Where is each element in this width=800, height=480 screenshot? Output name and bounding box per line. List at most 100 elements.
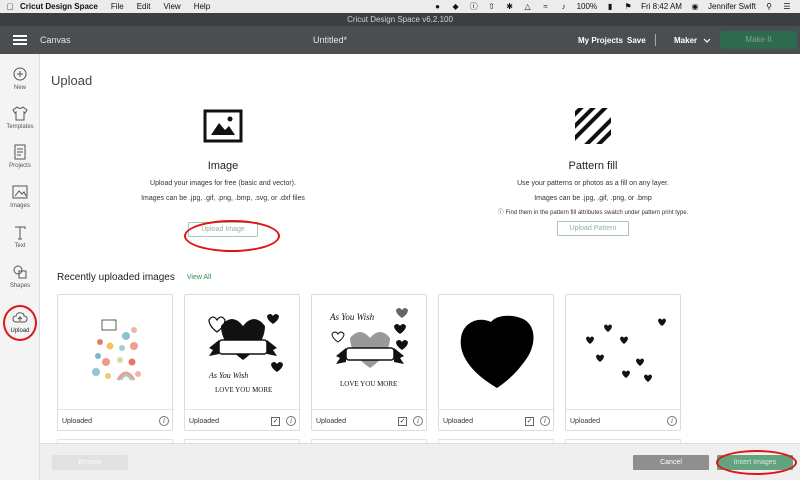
left-sidebar: New Templates Projects Images Text Shape…: [0, 54, 40, 480]
heart-banner-image: As You Wish LOVE YOU MORE: [208, 314, 283, 394]
airplay-icon[interactable]: △: [523, 2, 533, 11]
image-thumbnail[interactable]: As You Wish LOVE YOU MORE: [313, 296, 427, 408]
sidebar-item-upload[interactable]: Upload: [0, 309, 40, 347]
svg-text:LOVE YOU MORE: LOVE YOU MORE: [215, 386, 272, 394]
sidebar-item-label: Upload: [10, 328, 30, 334]
card-label: Uploaded: [316, 417, 346, 425]
action-bar: Browse Cancel Insert Images: [40, 443, 800, 480]
battery-percent: 100%: [576, 2, 598, 11]
card-footer: Uploaded i: [566, 409, 682, 432]
select-checkbox[interactable]: ✓: [271, 416, 280, 426]
image-thumbnail[interactable]: [59, 296, 173, 408]
menu-icon[interactable]: [0, 26, 40, 54]
control-center-icon[interactable]: ☰: [782, 2, 792, 11]
heart-banner-gray-image: As You Wish LOVE YOU MORE: [329, 308, 408, 388]
sidebar-item-projects[interactable]: Projects: [0, 144, 40, 182]
upload-pattern-button[interactable]: Upload Pattern: [556, 221, 630, 236]
projects-icon: [12, 144, 28, 160]
battery-icon[interactable]: ▮: [605, 2, 615, 11]
image-thumbnail[interactable]: [567, 296, 681, 408]
document-title: Untitled*: [312, 35, 348, 45]
pattern-icon: [571, 106, 615, 146]
image-card[interactable]: Uploaded ✓ i: [438, 294, 555, 431]
card-footer: Uploaded ✓ i: [312, 409, 428, 432]
info-icon[interactable]: i: [286, 416, 296, 426]
menu-view[interactable]: View: [164, 2, 181, 11]
sidebar-item-shapes[interactable]: Shapes: [0, 264, 40, 302]
menubar-status-area: ● ◆ ⓘ ⇧ ✱ △ ≈ ♪ 100% ▮ ⚑ Fri 8:42 AM ◉ J…: [433, 2, 800, 11]
cancel-button[interactable]: Cancel: [633, 455, 709, 470]
info-icon[interactable]: i: [413, 416, 423, 426]
recent-title: Recently uploaded images: [57, 272, 175, 283]
small-hearts-image: [586, 318, 666, 382]
sidebar-item-label: Images: [10, 203, 30, 209]
image-description: Upload your images for free (basic and v…: [150, 180, 296, 187]
image-card[interactable]: As You Wish LOVE YOU MORE Uploaded ✓ i: [311, 294, 428, 432]
volume-icon[interactable]: ♪: [559, 2, 569, 11]
image-heading: Image: [207, 160, 239, 172]
window-title: Cricut Design Space v6.2.100: [0, 13, 800, 26]
sidebar-item-label: New: [13, 85, 26, 91]
make-it-button[interactable]: Make It: [720, 31, 797, 49]
info-icon[interactable]: i: [667, 416, 677, 426]
menu-app-name[interactable]: Cricut Design Space: [20, 2, 98, 11]
black-heart-image: [460, 315, 534, 388]
menubar-clock[interactable]: Fri 8:42 AM: [641, 2, 682, 11]
sidebar-item-text[interactable]: Text: [0, 224, 40, 262]
menubar-user[interactable]: Jennifer Swift: [708, 2, 756, 11]
pattern-formats: Images can be .jpg, .gif, .png, or .bmp: [534, 195, 652, 202]
machine-select[interactable]: Maker: [674, 36, 711, 45]
menu-help[interactable]: Help: [194, 2, 210, 11]
select-checkbox[interactable]: ✓: [398, 416, 407, 426]
image-card[interactable]: Uploaded i: [565, 294, 682, 432]
image-card[interactable]: As You Wish LOVE YOU MORE Uploaded ✓ i: [184, 294, 301, 432]
macos-menubar:  Cricut Design Space File Edit View Hel…: [0, 0, 800, 13]
bluetooth-icon[interactable]: ✱: [505, 2, 515, 11]
sidebar-item-new[interactable]: New: [0, 66, 40, 104]
browse-button[interactable]: Browse: [52, 455, 128, 470]
dropbox-icon[interactable]: ◆: [451, 2, 461, 11]
cloud-upload-icon: [12, 309, 28, 325]
apple-menu-icon[interactable]: : [0, 2, 20, 12]
upload-icon[interactable]: ⇧: [487, 2, 497, 11]
svg-text:LOVE YOU MORE: LOVE YOU MORE: [340, 380, 397, 388]
image-icon: [12, 184, 28, 200]
status-icon[interactable]: ●: [433, 2, 443, 11]
info-icon[interactable]: i: [159, 416, 169, 426]
view-all-link[interactable]: View All: [187, 274, 211, 281]
image-formats: Images can be .jpg, .gif, .png, .bmp, .s…: [141, 195, 305, 202]
wifi-icon[interactable]: ≈: [541, 2, 551, 11]
recent-header: Recently uploaded images View All: [57, 272, 211, 283]
sidebar-item-templates[interactable]: Templates: [0, 105, 40, 143]
insert-images-button[interactable]: Insert Images: [717, 455, 793, 470]
info-icon[interactable]: ⓘ: [469, 2, 479, 11]
info-icon[interactable]: i: [540, 416, 550, 426]
menu-file[interactable]: File: [111, 2, 124, 11]
image-upload-option: Image Upload your images for free (basic…: [73, 106, 373, 237]
sidebar-item-label: Shapes: [9, 283, 31, 289]
search-icon[interactable]: ⚲: [764, 2, 774, 11]
card-label: Uploaded: [443, 417, 473, 425]
image-thumbnail[interactable]: As You Wish LOVE YOU MORE: [186, 296, 300, 408]
page-title: Upload: [51, 73, 93, 88]
image-thumbnail[interactable]: [440, 296, 554, 408]
shapes-icon: [12, 264, 28, 280]
flag-icon[interactable]: ⚑: [623, 2, 633, 11]
upload-image-button[interactable]: Upload Image: [188, 222, 258, 237]
card-footer: Uploaded ✓ i: [185, 409, 301, 432]
pattern-description: Use your patterns or photos as a fill on…: [517, 180, 669, 187]
pattern-heading: Pattern fill: [568, 160, 618, 172]
card-footer: Uploaded i: [58, 409, 174, 432]
image-card[interactable]: Uploaded i: [57, 294, 174, 432]
image-icon: [201, 106, 245, 146]
save-button[interactable]: Save: [627, 36, 646, 45]
my-projects-button[interactable]: My Projects: [578, 36, 623, 45]
user-icon[interactable]: ◉: [690, 2, 700, 11]
upload-panel: Upload Image Upload your images for free…: [40, 54, 800, 480]
canvas-label: Canvas: [40, 35, 71, 45]
sidebar-item-images[interactable]: Images: [0, 184, 40, 222]
select-checkbox[interactable]: ✓: [525, 416, 534, 426]
plus-circle-icon: [12, 66, 28, 82]
menu-edit[interactable]: Edit: [137, 2, 151, 11]
machine-label: Maker: [674, 35, 698, 45]
